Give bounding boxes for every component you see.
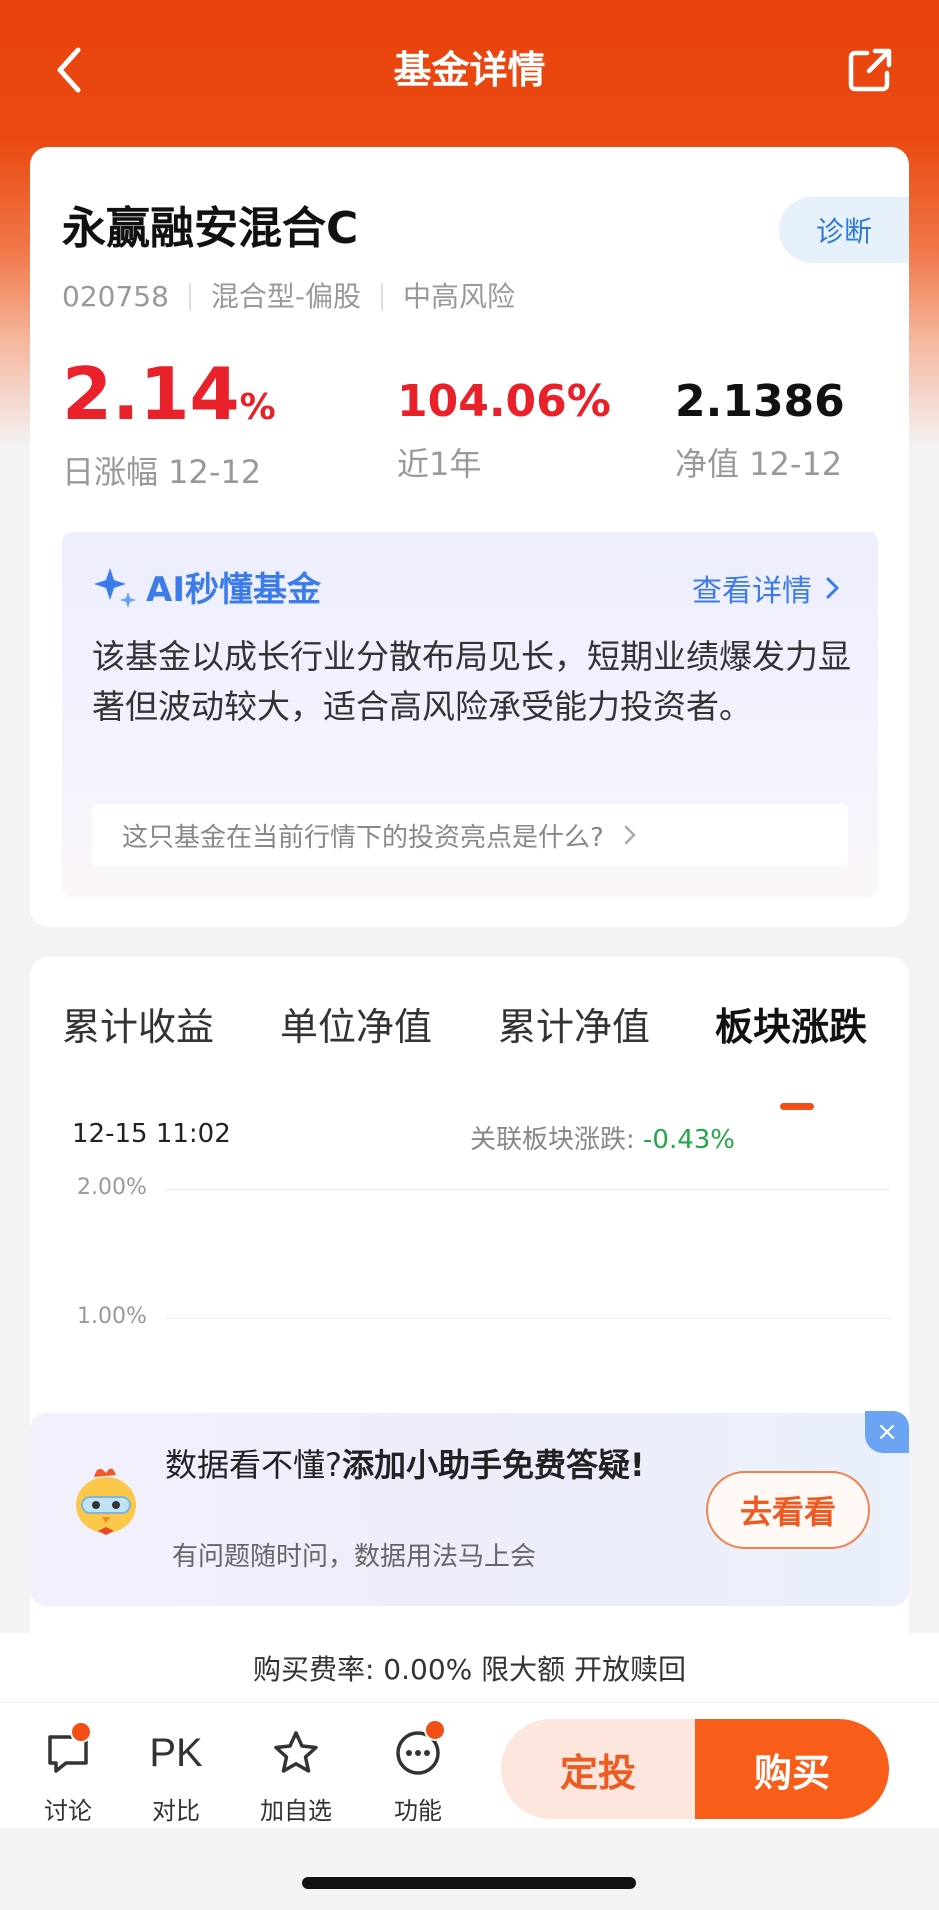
home-indicator-area [0, 1828, 939, 1910]
fund-meta: 020758 混合型-偏股 中高风险 [62, 277, 515, 317]
fund-type: 混合型-偏股 [210, 280, 361, 313]
home-indicator[interactable] [302, 1877, 636, 1889]
compare-button[interactable]: PK 对比 [136, 1725, 216, 1826]
ai-question-text: 这只基金在当前行情下的投资亮点是什么? [122, 822, 604, 853]
discuss-button[interactable]: 讨论 [28, 1721, 108, 1826]
daily-change-label: 日涨幅 12-12 [62, 453, 262, 491]
go-see-button[interactable]: 去看看 [706, 1471, 870, 1549]
notification-dot [424, 1719, 446, 1741]
fund-summary-card: 永赢融安混合C 诊断 020758 混合型-偏股 中高风险 2.14% 日涨幅 … [30, 147, 909, 927]
buy-button[interactable]: 购买 [695, 1719, 889, 1819]
y-tick-label: 1.00% [77, 1304, 147, 1329]
daily-change-value: 2.14 [62, 352, 240, 436]
year-return-stat: 104.06% 近1年 [397, 367, 611, 487]
nav-label: 净值 12-12 [675, 445, 843, 483]
assistant-promo-banner: × 数据看不懂?添加小助手免费答疑! 有问题随时问，数据用法马上会 去看看 [30, 1411, 909, 1606]
discuss-label: 讨论 [44, 1797, 92, 1825]
close-button[interactable]: × [865, 1411, 909, 1453]
divider [188, 283, 191, 311]
year-return-value: 104.06% [397, 376, 611, 427]
chart-time: 12-15 11:02 [72, 1119, 231, 1149]
page-title: 基金详情 [393, 48, 546, 92]
compare-label: 对比 [152, 1797, 200, 1825]
nav-stat: 2.1386 净值 12-12 [675, 367, 845, 487]
sector-change-value: -0.43% [643, 1125, 736, 1155]
ai-title: AI秒懂基金 [146, 570, 321, 610]
share-icon [848, 48, 892, 92]
functions-label: 功能 [394, 1797, 442, 1825]
functions-button[interactable]: 功能 [378, 1719, 458, 1826]
promo-title-plain: 数据看不懂? [165, 1446, 342, 1484]
bottom-action-bar: 讨论 PK 对比 加自选 功能 定投 购买 [0, 1703, 939, 1828]
ai-details-link[interactable]: 查看详情 [692, 566, 844, 610]
grid-line [165, 1318, 890, 1319]
tab-cumulative-nav[interactable]: 累计净值 [498, 997, 650, 1057]
daily-change-stat: 2.14% 日涨幅 12-12 [62, 349, 276, 495]
share-button[interactable] [840, 40, 900, 100]
chick-mascot-icon [76, 1468, 136, 1535]
tab-cumulative-return[interactable]: 累计收益 [62, 997, 214, 1057]
y-tick-label: 2.00% [77, 1175, 147, 1200]
watchlist-label: 加自选 [260, 1797, 332, 1825]
tab-unit-nav[interactable]: 单位净值 [280, 997, 432, 1057]
diagnose-button[interactable]: 诊断 [779, 197, 909, 263]
add-watchlist-button[interactable]: 加自选 [256, 1725, 336, 1826]
sip-button[interactable]: 定投 [501, 1719, 695, 1819]
tab-sector-change[interactable]: 板块涨跌 [715, 997, 867, 1057]
ai-question-prompt[interactable]: 这只基金在当前行情下的投资亮点是什么? [92, 804, 848, 866]
promo-title-bold: 添加小助手免费答疑! [342, 1446, 645, 1484]
chart-tabs: 累计收益 单位净值 累计净值 板块涨跌 [30, 997, 909, 1110]
year-return-label: 近1年 [397, 445, 482, 483]
nav-value: 2.1386 [675, 376, 845, 427]
ai-header: AI秒懂基金 [92, 562, 321, 611]
notification-dot [70, 1721, 92, 1743]
divider [381, 283, 383, 311]
fund-code: 020758 [62, 280, 169, 313]
action-buttons: 定投 购买 [501, 1719, 889, 1819]
ai-details-label: 查看详情 [692, 574, 812, 609]
ai-explain-panel: AI秒懂基金 查看详情 该基金以成长行业分散布局见长，短期业绩爆发力显著但波动较… [62, 532, 878, 897]
pk-icon: PK [149, 1730, 203, 1775]
sector-change-label: 关联板块涨跌: [470, 1125, 644, 1155]
star-icon [274, 1731, 318, 1773]
header-bar: 基金详情 [0, 0, 939, 140]
promo-title: 数据看不懂?添加小助手免费答疑! [165, 1443, 705, 1487]
active-tab-indicator [780, 1103, 814, 1110]
daily-change-unit: % [239, 387, 276, 428]
fee-info: 购买费率: 0.00% 限大额 开放赎回 [0, 1633, 939, 1703]
chevron-right-icon [624, 825, 636, 845]
sparkle-icon [94, 567, 136, 608]
fund-name: 永赢融安混合C [62, 203, 359, 254]
ai-summary-text: 该基金以成长行业分散布局见长，短期业绩爆发力显著但波动较大，适合高风险承受能力投… [92, 637, 851, 726]
grid-line [165, 1189, 890, 1190]
fund-risk: 中高风险 [403, 280, 516, 313]
chevron-right-icon [826, 577, 840, 599]
promo-subtitle: 有问题随时问，数据用法马上会 [172, 1542, 537, 1572]
sector-change: 关联板块涨跌: -0.43% [470, 1119, 735, 1156]
